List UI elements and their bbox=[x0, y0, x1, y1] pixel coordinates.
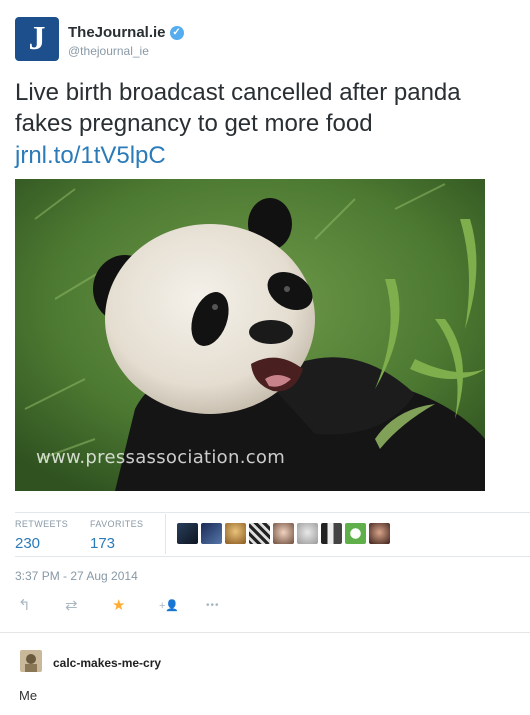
retweets-label: RETWEETS bbox=[15, 519, 69, 529]
favoriter-avatars bbox=[177, 523, 390, 544]
stats-divider-bottom bbox=[15, 556, 530, 557]
tweet-link[interactable]: jrnl.to/1tV5lpC bbox=[15, 140, 166, 171]
tweet-timestamp[interactable]: 3:37 PM - 27 Aug 2014 bbox=[15, 569, 138, 583]
reply-text: Me bbox=[19, 688, 38, 703]
favorites-count: 173 bbox=[90, 535, 116, 552]
favoriter-avatar[interactable] bbox=[177, 523, 198, 544]
retweets-stat[interactable]: RETWEETS 230 bbox=[15, 519, 68, 552]
post-divider bbox=[0, 632, 530, 633]
more-icon[interactable]: ••• bbox=[206, 600, 253, 611]
tweet-card: J TheJournal.ie ✓ @thejournal_ie Live bi… bbox=[0, 0, 530, 632]
panda-photo bbox=[15, 179, 485, 491]
author-name-text: TheJournal.ie bbox=[68, 24, 166, 41]
photo-watermark: www.pressassociation.com bbox=[36, 447, 286, 468]
favoriter-avatar[interactable] bbox=[369, 523, 390, 544]
favoriter-avatar[interactable] bbox=[297, 523, 318, 544]
favoriter-avatar[interactable] bbox=[201, 523, 222, 544]
favoriter-avatar[interactable] bbox=[249, 523, 270, 544]
retweets-count: 230 bbox=[15, 535, 41, 552]
reply-avatar-image bbox=[20, 650, 42, 672]
favorites-stat[interactable]: FAVORITES 173 bbox=[90, 519, 143, 552]
favoriter-avatar[interactable] bbox=[321, 523, 342, 544]
author-name[interactable]: TheJournal.ie ✓ bbox=[68, 24, 184, 41]
favoriter-avatar[interactable] bbox=[273, 523, 294, 544]
stats-divider-top bbox=[15, 512, 530, 513]
reply-user-avatar[interactable] bbox=[20, 650, 42, 672]
follow-icon[interactable]: +👤 bbox=[159, 599, 206, 612]
author-avatar[interactable]: J bbox=[15, 17, 59, 61]
favoriter-avatar[interactable] bbox=[345, 523, 366, 544]
reply-username[interactable]: calc-makes-me-cry bbox=[53, 656, 161, 670]
avatar-letter: J bbox=[28, 20, 46, 57]
tweet-photo[interactable] bbox=[15, 179, 485, 491]
retweet-icon[interactable]: ⇄ bbox=[65, 596, 112, 614]
favorite-icon[interactable]: ★ bbox=[112, 596, 159, 614]
tweet-actions: ↰ ⇄ ★ +👤 ••• bbox=[18, 596, 253, 614]
author-handle[interactable]: @thejournal_ie bbox=[68, 44, 149, 58]
reply-icon[interactable]: ↰ bbox=[18, 596, 65, 614]
stats-vertical-divider bbox=[165, 514, 166, 554]
favorites-label: FAVORITES bbox=[90, 519, 144, 529]
tweet-text: Live birth broadcast cancelled after pan… bbox=[15, 79, 461, 137]
verified-badge-icon: ✓ bbox=[169, 25, 184, 40]
favoriter-avatar[interactable] bbox=[225, 523, 246, 544]
